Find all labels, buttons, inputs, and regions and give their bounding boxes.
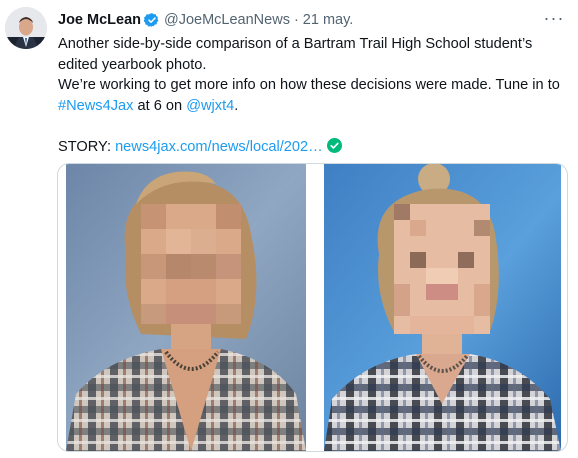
tweet: Joe McLean @JoeMcLeanNews · 21 may. ··· … bbox=[0, 0, 578, 458]
tweet-text-segment: . bbox=[234, 97, 239, 114]
pixelated-face bbox=[394, 204, 490, 334]
media-grid[interactable] bbox=[57, 163, 568, 452]
tweet-text-segment: at 6 on bbox=[133, 97, 187, 114]
header-separator: · bbox=[293, 12, 299, 28]
author-name[interactable]: Joe McLean bbox=[58, 12, 141, 28]
yearbook-photo-original[interactable] bbox=[66, 164, 306, 451]
tweet-date[interactable]: 21 may. bbox=[303, 12, 354, 28]
author-handle[interactable]: @JoeMcLeanNews bbox=[164, 12, 290, 28]
hashtag-link[interactable]: #News4Jax bbox=[58, 98, 133, 114]
checkmark-icon bbox=[326, 137, 342, 153]
mention-link[interactable]: @wjxt4 bbox=[186, 98, 234, 114]
story-link[interactable]: news4jax.com/news/local/202… bbox=[115, 139, 323, 155]
tweet-text: Another side-by-side comparison of a Bar… bbox=[58, 34, 563, 157]
tweet-text-segment: We’re working to get more info on how th… bbox=[58, 77, 560, 93]
avatar[interactable] bbox=[5, 7, 47, 49]
story-label: STORY: bbox=[58, 138, 116, 155]
yearbook-photo-edited[interactable] bbox=[324, 164, 561, 451]
tweet-line-1: Another side-by-side comparison of a Bar… bbox=[58, 36, 533, 73]
verified-badge-icon bbox=[144, 12, 160, 28]
tweet-header: Joe McLean @JoeMcLeanNews · 21 may. bbox=[58, 10, 353, 30]
pixelated-face bbox=[141, 204, 241, 324]
story-line: STORY: news4jax.com/news/local/202… bbox=[58, 137, 563, 158]
tweet-line-2: We’re working to get more info on how th… bbox=[58, 75, 563, 116]
more-options-icon[interactable]: ··· bbox=[542, 8, 566, 28]
